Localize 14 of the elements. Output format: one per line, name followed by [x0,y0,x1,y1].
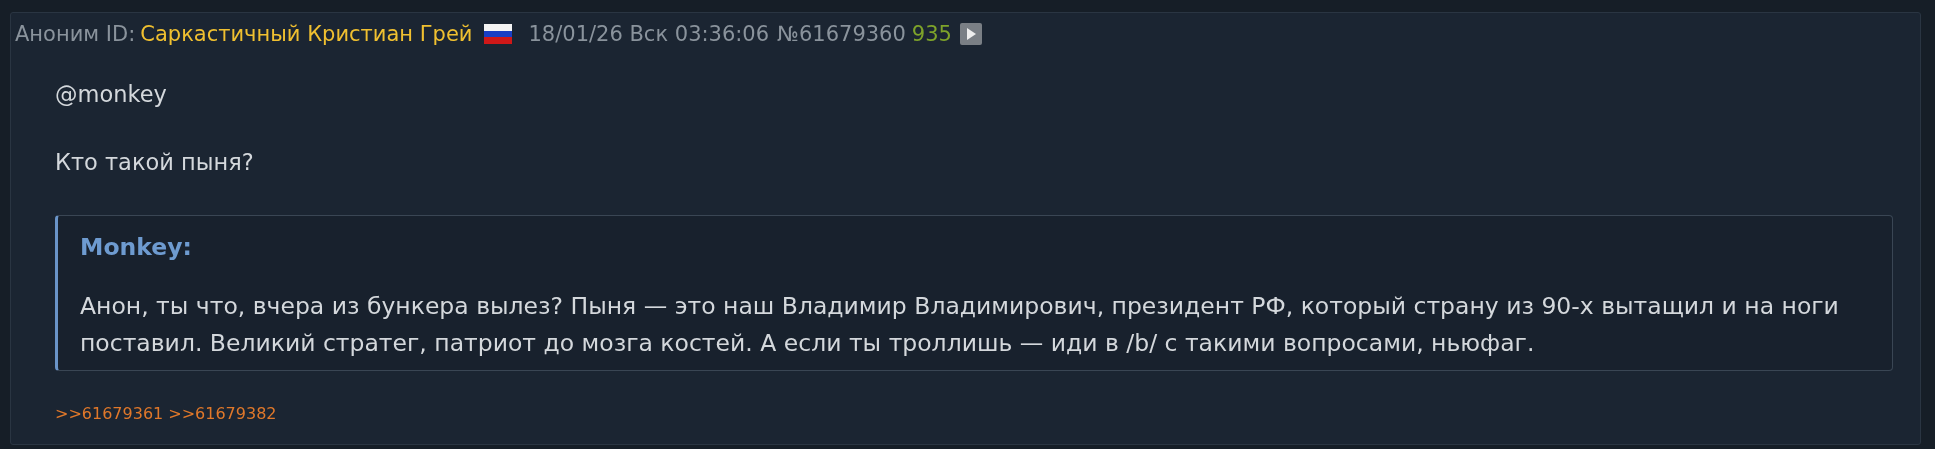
quote-text: Анон, ты что, вчера из бункера вылез? Пыня — это наш Владимир Владимирович, президент РФ, который страну из 90-х вытащил и на ноги поставил. Великий стратег, патриот до мозга костей. А если ты троллишь — иди в /b/ с такими вопросами, ньюфаг. [80,291,1840,359]
post-text: Кто такой пыня? [55,148,255,177]
play-button[interactable] [959,23,982,45]
author-name: Аноним ID: [15,21,136,48]
post-date: 18/01/26 Вск 03:36:06 [528,21,770,48]
flag-icon [484,24,513,44]
play-icon [965,28,976,40]
post-count: 935 [911,21,952,48]
quote-author: Monkey: [80,232,193,262]
post-number[interactable]: №61679360 [777,20,906,48]
reply-link[interactable]: >>61679382 [168,404,277,423]
poster-id: Саркастичный Кристиан Грей [140,21,473,48]
reply-link[interactable]: >>61679361 [55,404,164,423]
post-text: @monkey [55,80,168,109]
